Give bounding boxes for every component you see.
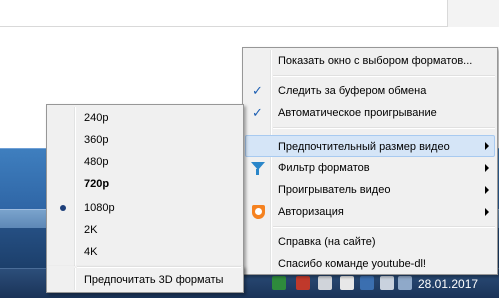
menu-item-label: Автоматическое проигрывание	[278, 107, 437, 119]
size-option-480p[interactable]: 480p	[49, 151, 241, 173]
check-icon: ✓	[252, 83, 263, 98]
menu-item-label: Предпочтительный размер видео	[278, 141, 450, 153]
submenu-arrow-icon	[485, 186, 489, 194]
size-option-label: 720p	[84, 178, 110, 190]
menu-item-watch-clipboard[interactable]: ✓ Следить за буфером обмена	[245, 80, 495, 102]
menu-item-label: Предпочитать 3D форматы	[84, 274, 224, 286]
size-option-label: 2K	[84, 224, 98, 236]
menu-item-label: Показать окно с выбором форматов...	[278, 55, 473, 67]
size-option-240p[interactable]: 240p	[49, 107, 241, 129]
menu-item-show-formats-window[interactable]: Показать окно с выбором форматов...	[245, 50, 495, 72]
size-option-label: 360p	[84, 134, 109, 146]
app-icon[interactable]	[398, 276, 412, 290]
menu-item-label: Спасибо команде youtube-dl!	[278, 258, 426, 270]
menu-item-thanks[interactable]: Спасибо команде youtube-dl!	[245, 253, 495, 275]
menu-item-label: Справка (на сайте)	[278, 236, 376, 248]
filter-icon	[251, 162, 265, 176]
menu-item-video-player[interactable]: Проигрыватель видео	[245, 179, 495, 201]
app-icon[interactable]	[318, 276, 332, 290]
menu-item-label: Авторизация	[278, 206, 344, 218]
menu-item-preferred-video-size[interactable]: Предпочтительный размер видео	[245, 135, 495, 157]
check-icon: ✓	[252, 105, 263, 120]
menu-item-label: Следить за буфером обмена	[278, 85, 427, 97]
submenu-arrow-icon	[485, 142, 489, 150]
app-icon[interactable]	[380, 276, 394, 290]
size-option-2k[interactable]: 2K	[49, 219, 241, 241]
video-size-submenu: 240p 360p 480p 720p 1080p 2K 4K	[46, 104, 244, 274]
menu-item-prefer-3d[interactable]: Предпочитать 3D форматы	[49, 269, 241, 291]
size-option-label: 1080p	[84, 202, 115, 214]
taskbar-clock[interactable]: 28.01.2017	[418, 277, 478, 291]
green-app-icon[interactable]	[272, 276, 286, 290]
size-option-1080p[interactable]: 1080p	[49, 197, 241, 219]
menu-item-autoplay[interactable]: ✓ Автоматическое проигрывание	[245, 102, 495, 124]
red-app-icon[interactable]	[296, 276, 310, 290]
menu-item-label: Фильтр форматов	[278, 162, 370, 174]
shield-icon	[252, 205, 265, 219]
menu-item-help[interactable]: Справка (на сайте)	[245, 231, 495, 253]
size-option-4k[interactable]: 4K	[49, 241, 241, 263]
menu-item-label: Проигрыватель видео	[278, 184, 391, 196]
window-frame	[447, 0, 499, 27]
size-option-label: 4K	[84, 246, 98, 258]
submenu-arrow-icon	[485, 164, 489, 172]
size-option-720p[interactable]: 720p	[49, 173, 241, 195]
window-divider	[0, 26, 499, 27]
radio-bullet-icon	[60, 205, 66, 211]
app-icon[interactable]	[360, 276, 374, 290]
tray-context-menu: Показать окно с выбором форматов... ✓ Сл…	[242, 47, 498, 275]
app-icon[interactable]	[340, 276, 354, 290]
size-option-label: 240p	[84, 112, 109, 124]
size-option-label: 480p	[84, 156, 109, 168]
submenu-arrow-icon	[485, 208, 489, 216]
size-option-360p[interactable]: 360p	[49, 129, 241, 151]
menu-item-authorization[interactable]: Авторизация	[245, 201, 495, 223]
video-size-submenu-footer: Предпочитать 3D форматы	[46, 266, 244, 293]
menu-item-format-filter[interactable]: Фильтр форматов	[245, 157, 495, 179]
